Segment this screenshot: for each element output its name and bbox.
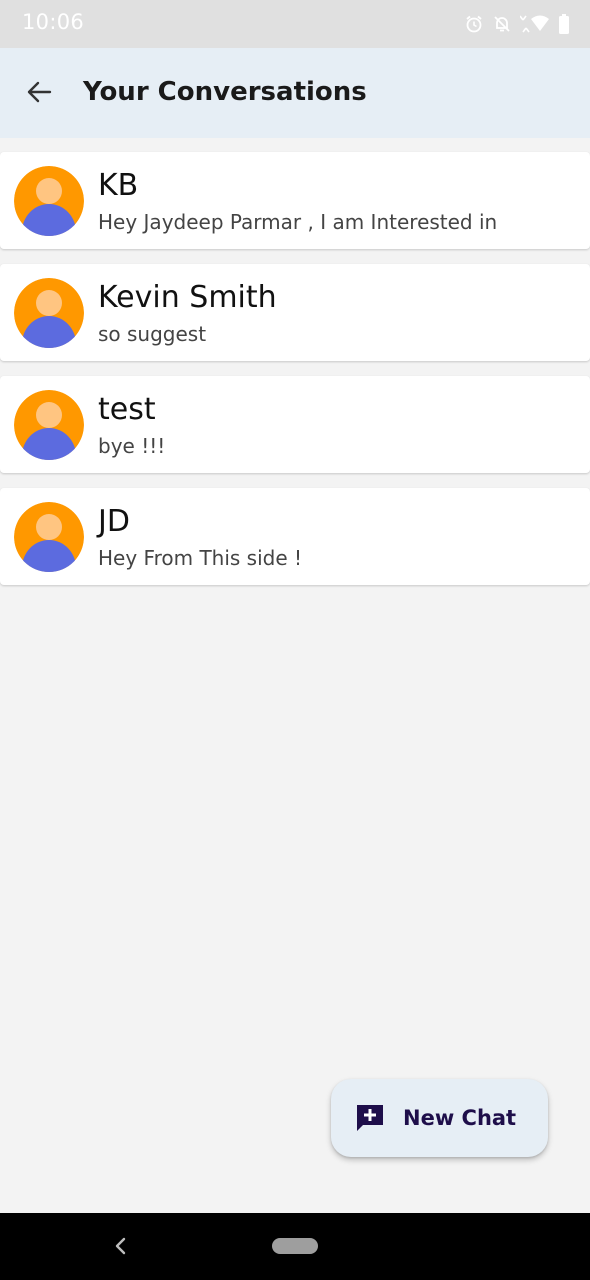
app-bar: Your Conversations xyxy=(0,48,590,138)
conversation-preview: bye !!! xyxy=(98,434,166,458)
conversation-name: JD xyxy=(98,504,130,539)
status-bar: 10:06 xyxy=(0,0,590,48)
status-time: 10:06 xyxy=(22,10,85,34)
conversation-name: test xyxy=(98,392,156,427)
new-chat-button[interactable]: New Chat xyxy=(331,1079,548,1157)
conversation-item[interactable]: JD Hey From This side ! xyxy=(0,488,590,585)
alarm-icon xyxy=(464,14,484,34)
arrow-back-icon xyxy=(26,80,52,108)
conversation-item[interactable]: Kevin Smith so suggest xyxy=(0,264,590,361)
conversation-preview: Hey From This side ! xyxy=(98,546,303,570)
battery-icon xyxy=(558,14,570,34)
conversation-preview: Hey Jaydeep Parmar , I am Interested in xyxy=(98,210,498,234)
nav-back-icon[interactable] xyxy=(110,1235,132,1257)
person-avatar-icon xyxy=(14,278,84,348)
conversation-preview: so suggest xyxy=(98,322,207,346)
conversation-item[interactable]: test bye !!! xyxy=(0,376,590,473)
person-avatar-icon xyxy=(14,166,84,236)
wifi-icon xyxy=(520,14,550,34)
home-pill[interactable] xyxy=(272,1238,318,1254)
back-button[interactable] xyxy=(20,75,58,113)
page-title: Your Conversations xyxy=(83,77,367,107)
conversation-list: KB Hey Jaydeep Parmar , I am Interested … xyxy=(0,152,590,600)
person-avatar-icon xyxy=(14,502,84,572)
navigation-bar xyxy=(0,1213,590,1280)
notifications-off-icon xyxy=(492,14,512,34)
new-chat-label: New Chat xyxy=(403,1106,517,1130)
conversation-name: Kevin Smith xyxy=(98,280,277,315)
person-avatar-icon xyxy=(14,390,84,460)
status-icons xyxy=(464,12,570,36)
conversation-name: KB xyxy=(98,168,139,203)
conversation-item[interactable]: KB Hey Jaydeep Parmar , I am Interested … xyxy=(0,152,590,249)
add-comment-icon xyxy=(355,1103,385,1133)
